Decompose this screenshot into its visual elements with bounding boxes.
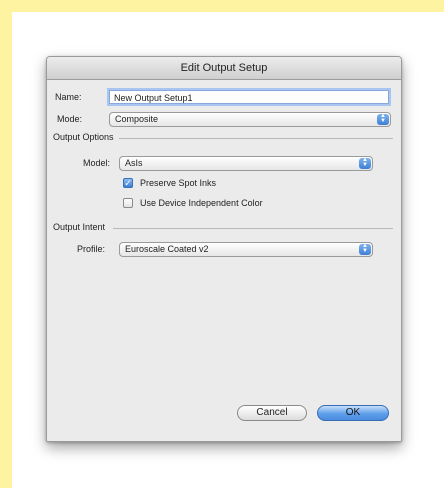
- dialog-content: Name: New Output Setup1 Mode: Composite …: [47, 80, 401, 441]
- output-options-divider: [119, 138, 393, 139]
- mode-label: Mode:: [57, 114, 83, 124]
- model-popup[interactable]: AsIs ▲ ▼: [119, 156, 373, 171]
- ok-button[interactable]: OK: [317, 405, 389, 421]
- output-intent-divider: [113, 228, 393, 229]
- name-input[interactable]: New Output Setup1: [109, 90, 389, 104]
- up-down-arrows-icon: ▲ ▼: [359, 157, 371, 169]
- preserve-spot-inks-checkbox[interactable]: ✓: [123, 178, 133, 188]
- cancel-button[interactable]: Cancel: [237, 405, 307, 421]
- up-down-arrows-icon: ▲ ▼: [359, 243, 371, 255]
- use-device-independent-color-checkbox[interactable]: [123, 198, 133, 208]
- edit-output-setup-dialog: Edit Output Setup Name: New Output Setup…: [46, 56, 402, 442]
- dialog-titlebar: Edit Output Setup: [47, 57, 401, 80]
- checkmark-icon: ✓: [124, 178, 132, 188]
- up-down-arrows-icon: ▲ ▼: [377, 113, 389, 125]
- output-intent-title: Output Intent: [53, 222, 106, 232]
- profile-popup[interactable]: Euroscale Coated v2 ▲ ▼: [119, 242, 373, 257]
- preserve-spot-inks-label: Preserve Spot Inks: [140, 178, 217, 188]
- output-options-title: Output Options: [53, 132, 114, 142]
- profile-value: Euroscale Coated v2: [125, 244, 209, 254]
- mode-value: Composite: [115, 114, 159, 124]
- page-top-strip: [0, 0, 444, 12]
- model-value: AsIs: [125, 158, 143, 168]
- page-left-strip: [0, 0, 12, 488]
- profile-label: Profile:: [77, 244, 106, 254]
- mode-popup[interactable]: Composite ▲ ▼: [109, 112, 391, 127]
- name-label: Name:: [55, 92, 82, 102]
- use-device-independent-color-label: Use Device Independent Color: [140, 198, 263, 208]
- model-label: Model:: [83, 158, 111, 168]
